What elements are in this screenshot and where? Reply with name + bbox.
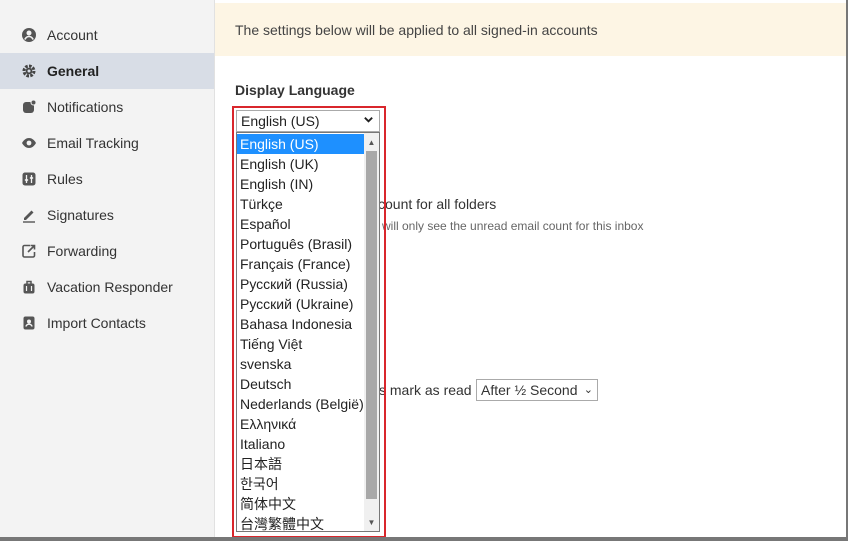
sidebar-item-signatures[interactable]: Signatures: [0, 197, 214, 233]
user-circle-icon: [20, 26, 38, 44]
chevron-down-icon: ⌄: [583, 384, 593, 396]
mark-as-read-value: After ½ Second: [481, 382, 578, 398]
eye-icon: [20, 134, 38, 152]
sidebar-item-label: Email Tracking: [47, 135, 139, 151]
mark-as-read-select[interactable]: After ½ Second ⌄: [476, 379, 598, 401]
suitcase-icon: [20, 278, 38, 296]
sidebar-item-rules[interactable]: Rules: [0, 161, 214, 197]
sidebar-item-label: General: [47, 63, 100, 79]
unread-count-label: count for all folders: [378, 196, 497, 212]
display-language-title: Display Language: [235, 82, 355, 98]
info-banner: The settings below will be applied to al…: [215, 3, 846, 56]
pen-icon: [20, 206, 38, 224]
sidebar-item-forwarding[interactable]: Forwarding: [0, 233, 214, 269]
sidebar-item-vacation-responder[interactable]: Vacation Responder: [0, 269, 214, 305]
sidebar-item-label: Forwarding: [47, 243, 118, 259]
sidebar-item-account[interactable]: Account: [0, 17, 214, 53]
sidebar: Account General Notifications Email Trac…: [0, 0, 215, 537]
sidebar-item-label: Signatures: [47, 207, 114, 223]
rules-icon: [20, 170, 38, 188]
sidebar-item-label: Notifications: [47, 99, 124, 115]
banner-text: The settings below will be applied to al…: [235, 21, 598, 38]
contacts-icon: [20, 314, 38, 332]
gear-icon: [20, 62, 38, 80]
sidebar-item-label: Rules: [47, 171, 83, 187]
unread-count-description: will only see the unread email count for…: [382, 219, 644, 233]
highlight-annotation-box: [232, 106, 386, 537]
sidebar-item-import-contacts[interactable]: Import Contacts: [0, 305, 214, 341]
settings-window: Account General Notifications Email Trac…: [0, 0, 848, 541]
sidebar-item-general[interactable]: General: [0, 53, 214, 89]
mark-as-read-label: s mark as read: [379, 382, 472, 398]
sidebar-item-email-tracking[interactable]: Email Tracking: [0, 125, 214, 161]
sidebar-item-label: Vacation Responder: [47, 279, 173, 295]
sidebar-item-notifications[interactable]: Notifications: [0, 89, 214, 125]
forward-icon: [20, 242, 38, 260]
sidebar-item-label: Account: [47, 27, 98, 43]
notification-icon: [20, 98, 38, 116]
sidebar-item-label: Import Contacts: [47, 315, 146, 331]
